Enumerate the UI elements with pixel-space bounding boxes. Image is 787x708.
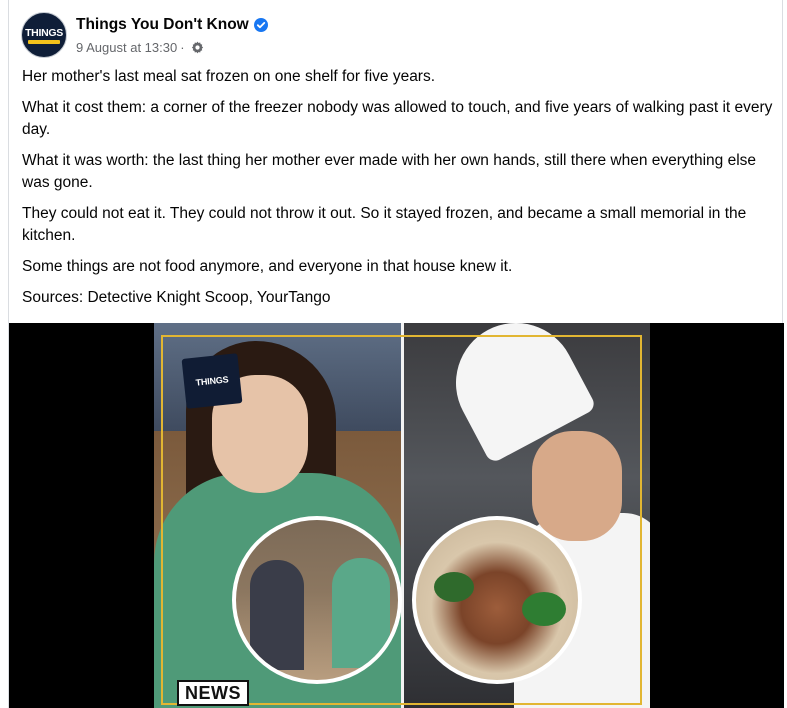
- dish-greens: [522, 592, 566, 626]
- meta-separator: ·: [180, 39, 185, 55]
- page-avatar[interactable]: THINGS: [21, 12, 67, 58]
- page-name-row: Things You Don't Know: [76, 15, 268, 35]
- post-meta: 9 August at 13:30 ·: [76, 39, 204, 55]
- post-header: THINGS Things You Don't Know 9 August at…: [21, 12, 721, 60]
- facebook-post: THINGS Things You Don't Know 9 August at…: [8, 0, 784, 708]
- watermark-text: THINGS: [195, 374, 229, 388]
- page-name-link[interactable]: Things You Don't Know: [76, 16, 249, 34]
- post-paragraph: What it was worth: the last thing her mo…: [22, 152, 757, 191]
- inset-person-woman: [332, 558, 390, 668]
- post-paragraph: Her mother's last meal sat frozen on one…: [22, 68, 436, 85]
- things-watermark-logo: THINGS: [181, 353, 243, 409]
- post-paragraph: Some things are not food anymore, and ev…: [22, 258, 513, 275]
- inset-photo-family: [232, 516, 402, 684]
- post-timestamp[interactable]: 9 August at 13:30: [76, 40, 177, 55]
- gear-icon[interactable]: [191, 41, 204, 54]
- post-paragraph: They could not eat it. They could not th…: [22, 205, 747, 244]
- post-paragraph: What it cost them: a corner of the freez…: [22, 99, 773, 138]
- news-badge: NEWS: [177, 680, 249, 706]
- inset-photo-dish: [412, 516, 582, 684]
- avatar-logo-stripe: [28, 40, 60, 44]
- verified-badge-icon: [253, 18, 268, 32]
- inset-person-crying: [250, 560, 304, 670]
- post-image[interactable]: THINGS NEWS: [9, 323, 784, 708]
- post-text: Her mother's last meal sat frozen on one…: [22, 66, 782, 318]
- dish-greens: [434, 572, 474, 602]
- post-sources: Sources: Detective Knight Scoop, YourTan…: [22, 289, 331, 306]
- avatar-logo-text: THINGS: [25, 27, 63, 39]
